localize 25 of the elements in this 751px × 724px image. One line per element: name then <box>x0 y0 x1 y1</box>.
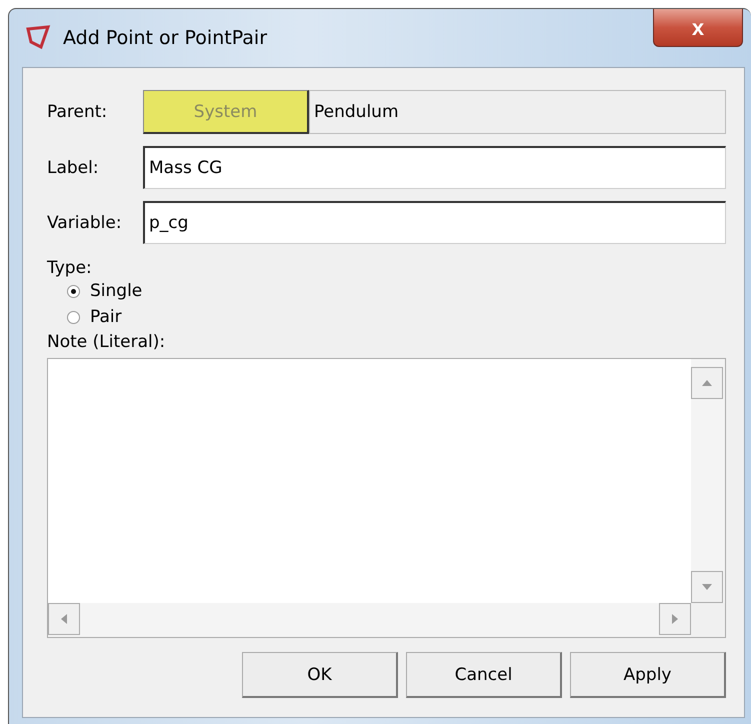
horizontal-scrollbar[interactable] <box>48 603 691 637</box>
input-field[interactable]: Mass CG <box>143 146 726 189</box>
scroll-arrow-button[interactable] <box>691 367 723 399</box>
note-label: Note (Literal): <box>47 332 166 352</box>
radio-label: Pair <box>90 307 122 327</box>
radio-button[interactable] <box>67 310 80 324</box>
scroll-arrow-button[interactable] <box>659 603 691 635</box>
parent-value-field: Pendulum <box>309 90 726 134</box>
type-label: Type: <box>47 258 93 278</box>
dialog-button[interactable]: OK <box>242 652 398 698</box>
radio-label: Single <box>90 281 142 301</box>
dialog-button[interactable]: Cancel <box>406 652 562 698</box>
field-label: Variable: <box>47 212 123 232</box>
close-button[interactable]: x <box>653 9 743 47</box>
radio-button[interactable] <box>67 284 80 298</box>
vertical-scrollbar[interactable] <box>691 359 725 603</box>
input-field[interactable]: p_cg <box>143 201 726 244</box>
app-icon <box>25 25 51 51</box>
scroll-arrow-button[interactable] <box>48 603 80 635</box>
scrollbar-corner <box>691 603 725 637</box>
window-title: Add Point or PointPair <box>63 27 268 49</box>
field-label: Label: <box>47 158 100 178</box>
scroll-arrow-button[interactable] <box>691 571 723 603</box>
parent-label: Parent: <box>47 102 108 122</box>
dialog-button[interactable]: Apply <box>570 652 726 698</box>
